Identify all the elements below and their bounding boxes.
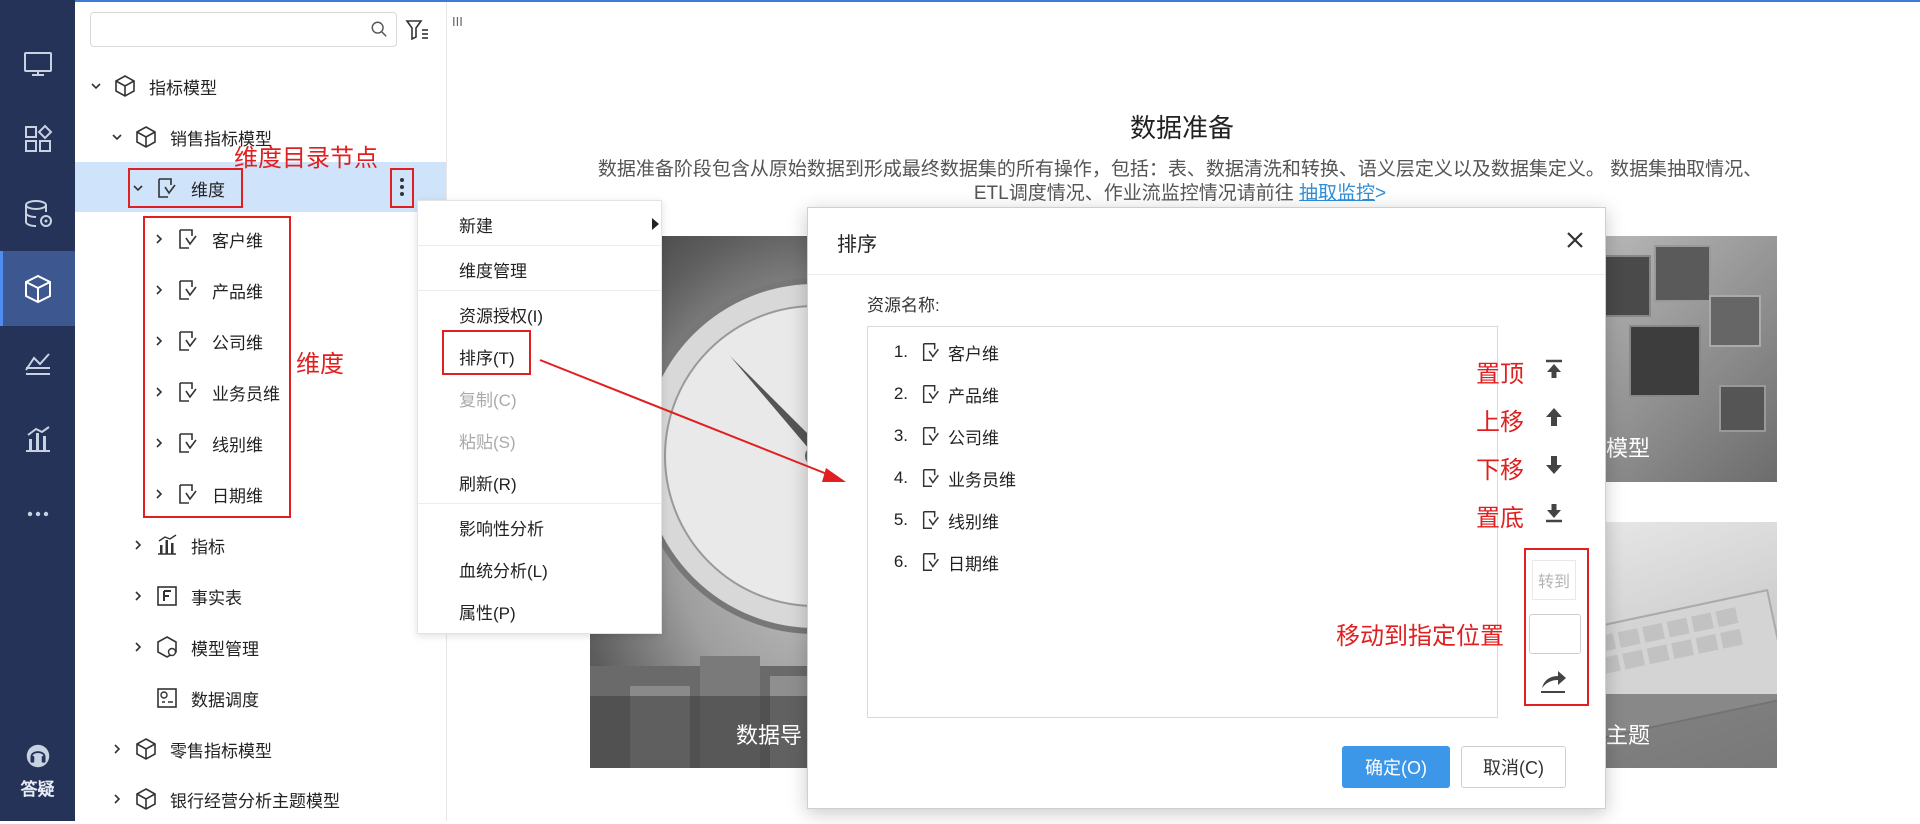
annotation-arrow bbox=[539, 359, 846, 482]
